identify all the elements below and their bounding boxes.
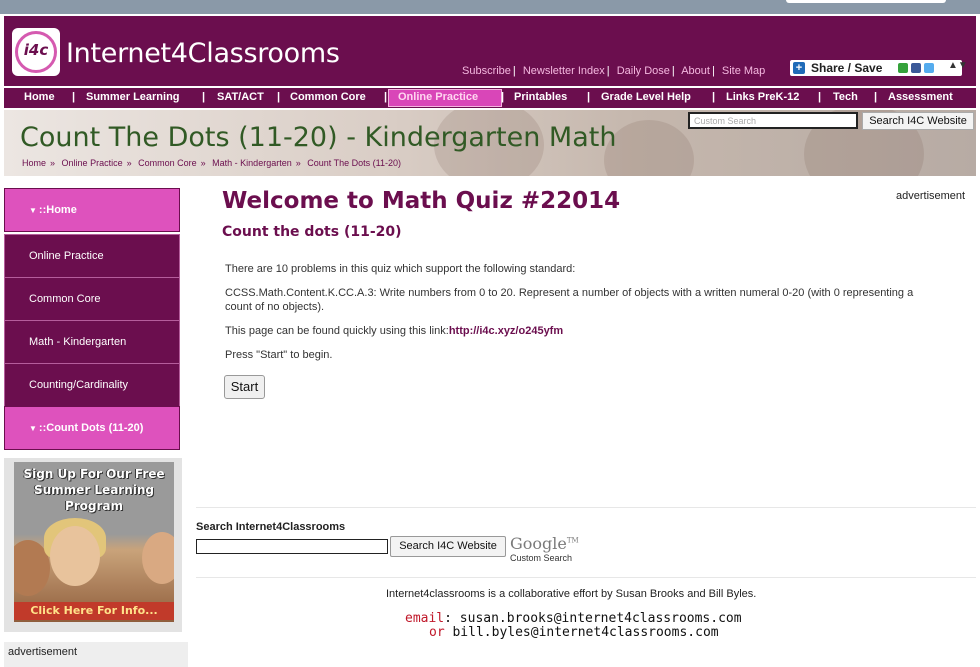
promo-image[interactable]: Sign Up For Our Free Summer Learning Pro…: [14, 462, 174, 622]
sidebar-item-common-core[interactable]: Common Core: [4, 277, 180, 321]
bottom-search-input[interactable]: [196, 539, 388, 554]
breadcrumb-home[interactable]: Home: [22, 158, 46, 168]
newsletter-index-link[interactable]: Newsletter Index: [523, 65, 605, 77]
footer-credit: Internet4classrooms is a collaborative e…: [386, 588, 757, 600]
sidebar-item-counting-cardinality[interactable]: Counting/Cardinality: [4, 363, 180, 407]
google-logo: GoogleTM: [510, 534, 579, 553]
nav-sat-act[interactable]: SAT/ACT: [217, 91, 264, 103]
daily-dose-link[interactable]: Daily Dose: [617, 65, 670, 77]
logo-mark: i4c: [23, 41, 49, 59]
facebook-icon[interactable]: [911, 63, 921, 73]
share-label: Share / Save: [811, 61, 883, 75]
summer-learning-promo[interactable]: Sign Up For Our Free Summer Learning Pro…: [4, 458, 182, 632]
standard-text-line1: CCSS.Math.Content.K.CC.A.3: Write number…: [225, 287, 914, 299]
promo-cta[interactable]: Click Here For Info...: [14, 602, 174, 620]
browser-top-strip: [0, 0, 980, 14]
share-plus-icon: +: [793, 62, 805, 74]
custom-search-label: Custom Search: [510, 553, 573, 563]
nav-links-prek-12[interactable]: Links PreK-12: [726, 91, 799, 103]
about-link[interactable]: About: [681, 65, 710, 77]
main-nav: Home | Summer Learning | SAT/ACT | Commo…: [4, 86, 976, 108]
sidebar-advertisement-label: advertisement: [4, 642, 188, 667]
start-button[interactable]: Start: [224, 375, 265, 399]
site-header: i4c Internet4Classrooms Subscribe | Newsl…: [4, 16, 976, 86]
quick-link[interactable]: http://i4c.xyz/o245yfm: [449, 325, 563, 337]
footer-email-line2: or bill.byles@internet4classrooms.com: [429, 625, 719, 640]
sidebar-item-math-kindergarten[interactable]: Math - Kindergarten: [4, 320, 180, 364]
email-link-bill[interactable]: bill.byles@internet4classrooms.com: [452, 625, 718, 640]
nav-home[interactable]: Home: [24, 91, 55, 103]
twitter-icon[interactable]: [924, 63, 934, 73]
quiz-intro: There are 10 problems in this quiz which…: [225, 263, 576, 275]
standard-text-line2: count of no objects).: [225, 301, 325, 313]
expand-arrows-icon[interactable]: ▲▼: [948, 60, 968, 71]
promo-child-figure: [50, 526, 100, 586]
email-share-icon[interactable]: [898, 63, 908, 73]
chevron-down-icon: ▼: [29, 206, 37, 215]
chevron-down-icon: ▼: [29, 424, 37, 433]
footer-email-line1: email: susan.brooks@internet4classrooms.…: [405, 611, 742, 626]
bottom-search-label: Search Internet4Classrooms: [196, 521, 346, 533]
sidebar-item-home[interactable]: ▼::Home: [4, 188, 180, 232]
promo-headline: Sign Up For Our Free Summer Learning Pro…: [23, 467, 165, 513]
quick-link-text: This page can be found quickly using thi…: [225, 325, 564, 337]
banner-bg-shape: [604, 120, 694, 176]
share-save-button[interactable]: + Share / Save ▲▼: [790, 60, 968, 76]
page-title: Count The Dots (11-20) - Kindergarten Ma…: [20, 122, 617, 153]
breadcrumb: Home» Online Practice» Common Core» Math…: [22, 158, 401, 168]
nav-common-core[interactable]: Common Core: [290, 91, 366, 103]
page-banner: Count The Dots (11-20) - Kindergarten Ma…: [4, 110, 976, 176]
search-i4c-button[interactable]: Search I4C Website: [862, 112, 974, 130]
email-link-susan[interactable]: : susan.brooks@internet4classrooms.com: [444, 611, 741, 626]
nav-tech[interactable]: Tech: [833, 91, 858, 103]
breadcrumb-common-core[interactable]: Common Core: [138, 158, 197, 168]
divider: [196, 577, 976, 578]
breadcrumb-current: Count The Dots (11-20): [307, 158, 401, 168]
subscribe-link[interactable]: Subscribe: [462, 65, 511, 77]
divider: [196, 507, 976, 508]
quiz-subtitle: Count the dots (11-20): [222, 224, 402, 240]
breadcrumb-online-practice[interactable]: Online Practice: [62, 158, 123, 168]
press-start-text: Press "Start" to begin.: [225, 349, 333, 361]
breadcrumb-math-kindergarten[interactable]: Math - Kindergarten: [212, 158, 292, 168]
top-links: Subscribe | Newsletter Index | Daily Dose |…: [462, 65, 766, 77]
advertisement-label: advertisement: [896, 190, 966, 202]
custom-search-input[interactable]: Custom Search: [688, 112, 858, 129]
strip-tab: [786, 0, 946, 3]
bottom-search-button[interactable]: Search I4C Website: [390, 536, 506, 557]
nav-summer-learning[interactable]: Summer Learning: [86, 91, 180, 103]
nav-assessment[interactable]: Assessment: [888, 91, 953, 103]
site-map-link[interactable]: Site Map: [722, 65, 765, 77]
nav-printables[interactable]: Printables: [514, 91, 567, 103]
site-name[interactable]: Internet4Classrooms: [66, 38, 340, 69]
site-logo[interactable]: i4c: [12, 28, 60, 76]
quiz-title: Welcome to Math Quiz #22014: [222, 188, 621, 214]
sidebar-item-count-dots[interactable]: ▼::Count Dots (11-20): [4, 406, 180, 450]
page: i4c Internet4Classrooms Subscribe | Newsl…: [0, 14, 980, 667]
nav-grade-level-help[interactable]: Grade Level Help: [601, 91, 691, 103]
promo-child-figure: [142, 532, 174, 584]
nav-online-practice[interactable]: Online Practice: [398, 91, 478, 103]
sidebar-item-online-practice[interactable]: Online Practice: [4, 234, 180, 278]
